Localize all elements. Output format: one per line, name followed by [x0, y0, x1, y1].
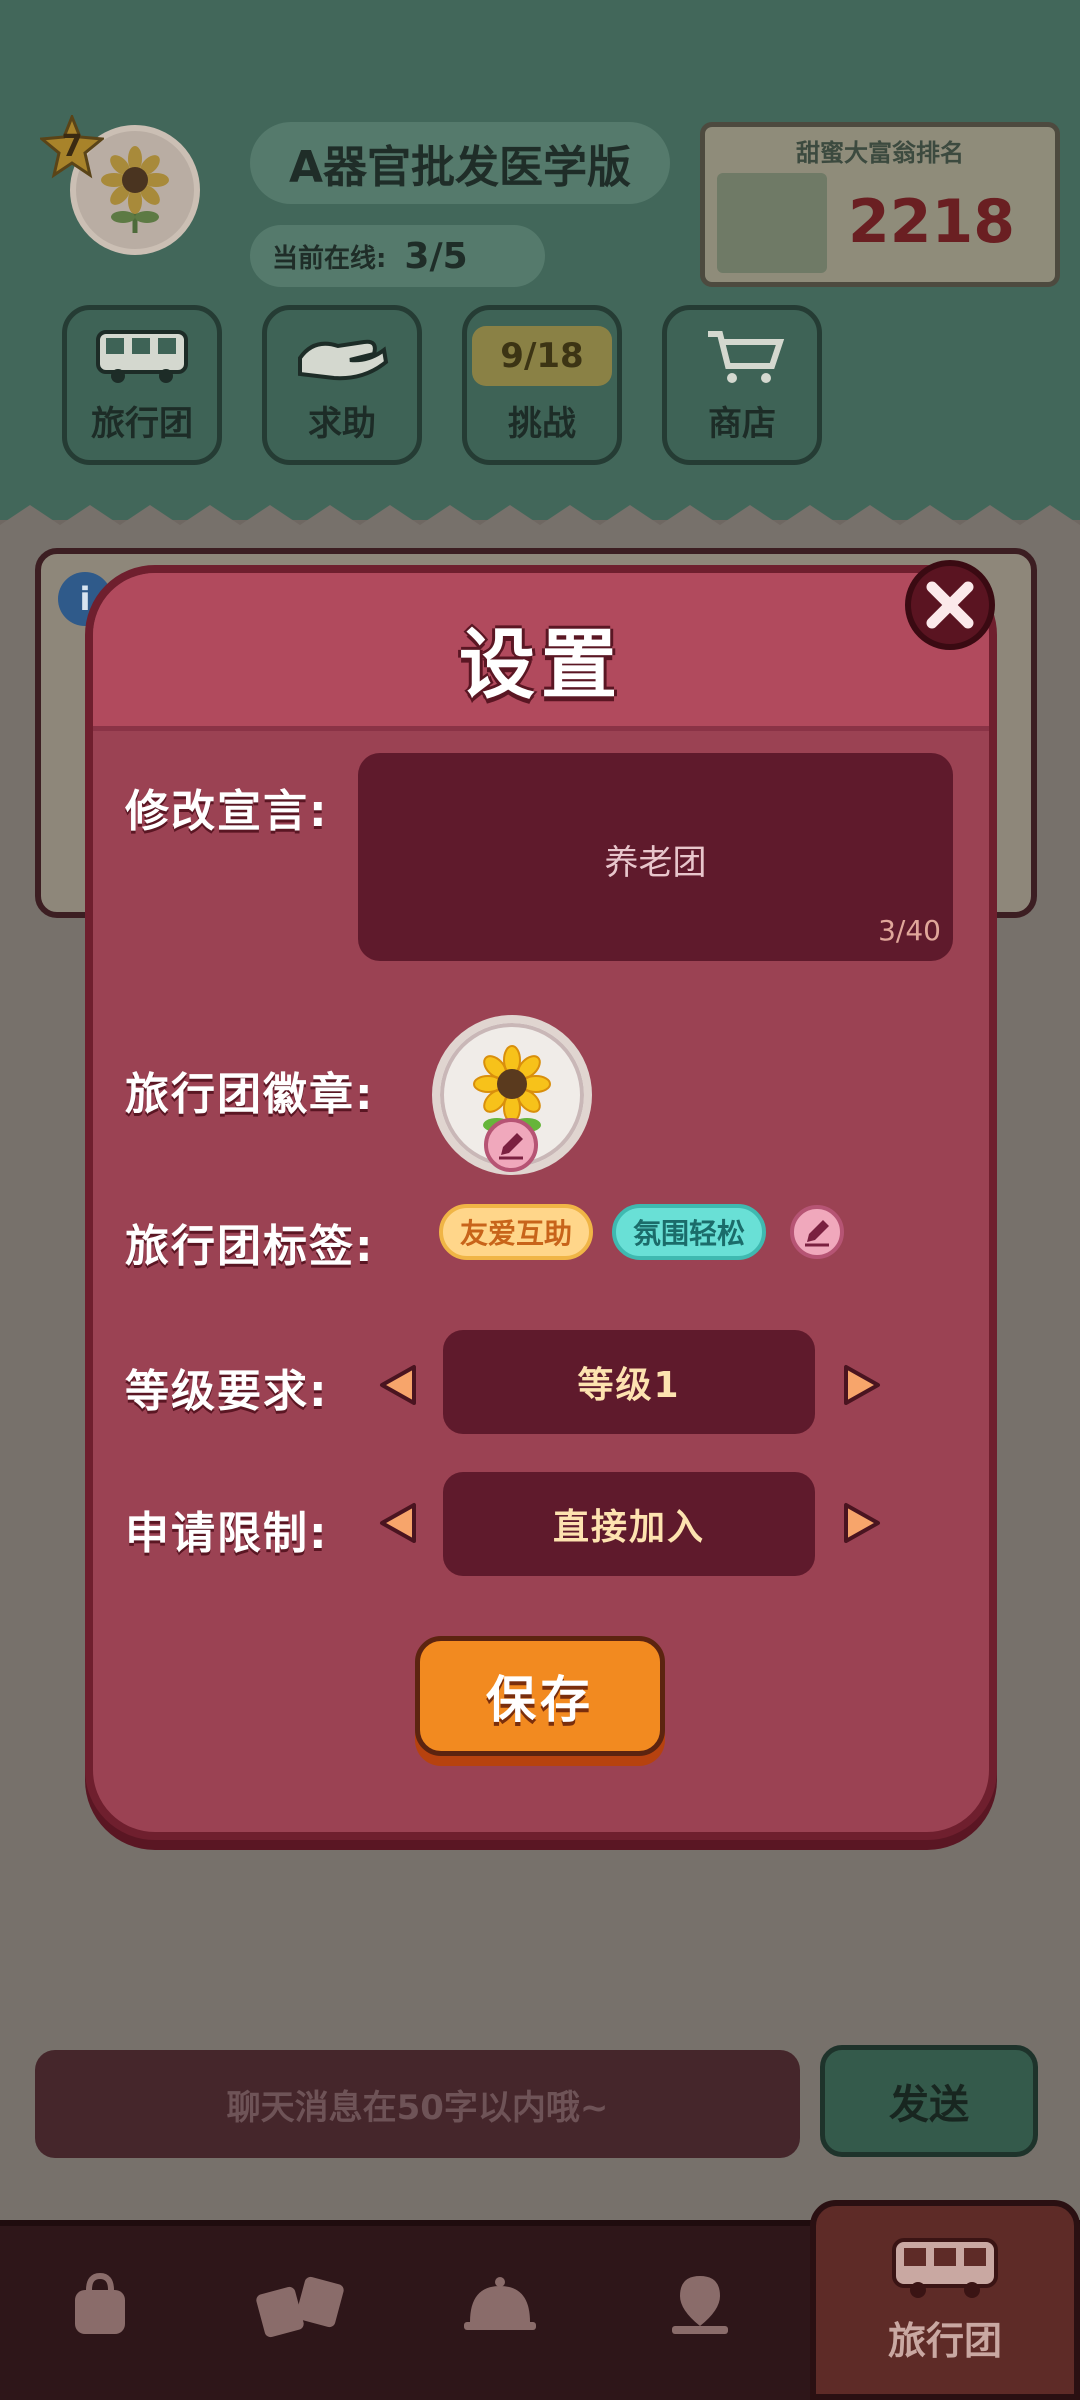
tab-bag[interactable]: [30, 2245, 170, 2365]
helping-hand-icon: [292, 326, 392, 386]
nav-button-challenge[interactable]: 9/18 挑战: [462, 305, 622, 465]
bag-icon: [75, 2272, 125, 2334]
nav-label: 挑战: [508, 403, 576, 444]
pencil-icon: [499, 1133, 523, 1160]
tab-map[interactable]: [630, 2245, 770, 2365]
send-button[interactable]: 发送: [820, 2045, 1038, 2157]
tag-chip: 氛围轻松: [612, 1204, 766, 1260]
nav-label: 商店: [708, 403, 776, 444]
close-icon: [926, 581, 974, 629]
rank-value: 2218: [848, 187, 1015, 257]
apply-limit-selector[interactable]: 直接加入: [443, 1472, 815, 1576]
team-name: A器官批发医学版: [250, 122, 670, 204]
nav-button-help[interactable]: 求助: [262, 305, 422, 465]
tab-tour-group[interactable]: 旅行团: [810, 2200, 1080, 2400]
nav-label: 旅行团: [91, 403, 193, 444]
online-count: 3/5: [404, 235, 468, 277]
slogan-char-count: 3/40: [878, 914, 941, 947]
tag-chip: 友爱互助: [439, 1204, 593, 1260]
tab-service[interactable]: [430, 2245, 570, 2365]
pencil-icon: [805, 1220, 829, 1247]
zigzag-divider: [0, 505, 1080, 545]
modal-title: 设置: [459, 620, 623, 709]
edit-tags-button[interactable]: [790, 1205, 844, 1259]
apply-limit-label: 申请限制:: [125, 1508, 329, 1559]
level-requirement-selector[interactable]: 等级1: [443, 1330, 815, 1434]
bus-icon: [892, 2237, 998, 2298]
nav-button-tour-group[interactable]: 旅行团: [62, 305, 222, 465]
slogan-value: 养老团: [604, 843, 707, 883]
close-button[interactable]: [905, 560, 995, 650]
arrow-right-icon[interactable]: [842, 1501, 882, 1545]
service-bell-icon: [464, 2277, 536, 2330]
badge-label: 旅行团徽章:: [125, 1069, 375, 1120]
edit-badge-button[interactable]: [484, 1118, 538, 1172]
nav-button-shop[interactable]: 商店: [662, 305, 822, 465]
bus-icon: [92, 326, 192, 386]
tags-label: 旅行团标签:: [125, 1221, 375, 1272]
chat-input[interactable]: 聊天消息在50字以内哦~: [35, 2050, 800, 2158]
level-star-badge: 7: [38, 112, 106, 179]
arrow-left-icon[interactable]: [378, 1501, 418, 1545]
arrow-right-icon[interactable]: [842, 1363, 882, 1407]
slogan-field[interactable]: 养老团 3/40: [358, 753, 953, 961]
tab-cards[interactable]: [230, 2245, 370, 2365]
nav-label: 求助: [308, 403, 376, 444]
level-requirement-label: 等级要求:: [125, 1366, 329, 1417]
online-label: 当前在线:: [272, 243, 387, 274]
tab-label: 旅行团: [887, 2318, 1002, 2363]
rank-board[interactable]: 甜蜜大富翁排名 2218: [700, 122, 1060, 287]
arrow-left-icon[interactable]: [378, 1363, 418, 1407]
save-button[interactable]: 保存: [415, 1636, 665, 1756]
challenge-counter: 9/18: [472, 325, 612, 386]
map-pin-icon: [672, 2276, 728, 2334]
cart-icon: [692, 326, 792, 386]
rank-title: 甜蜜大富翁排名: [796, 139, 964, 167]
cards-icon: [256, 2276, 344, 2338]
slogan-label: 修改宣言:: [125, 786, 329, 837]
online-status: 当前在线: 3/5: [250, 225, 545, 287]
rank-illustration: [717, 173, 827, 273]
sunflower-icon: [101, 146, 169, 233]
team-level: 7: [61, 129, 83, 164]
